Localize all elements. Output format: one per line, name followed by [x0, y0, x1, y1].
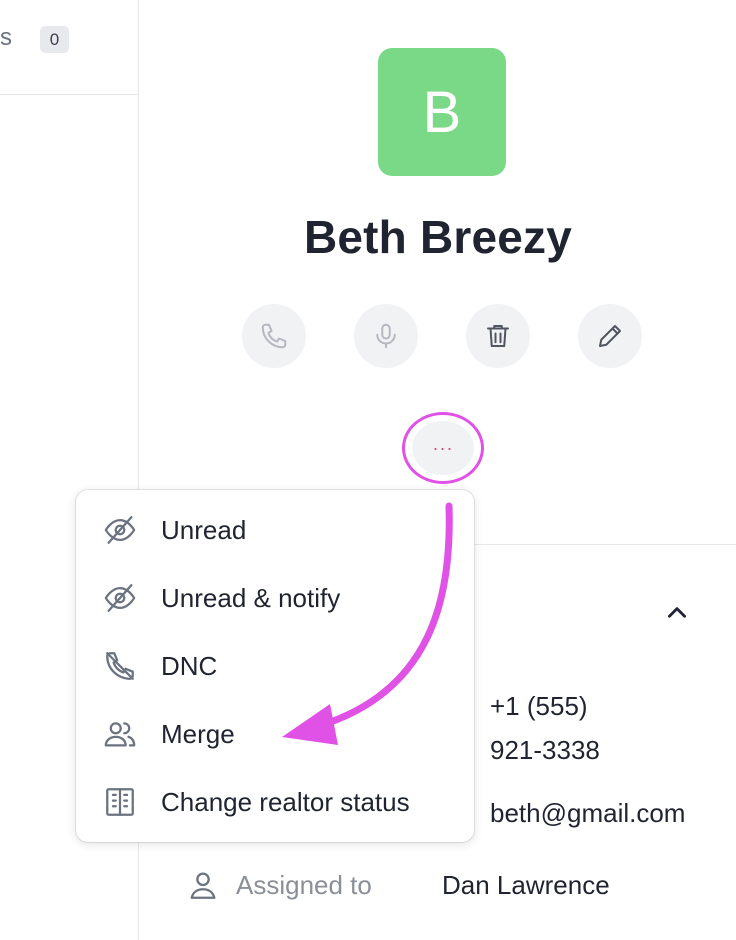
left-divider	[0, 94, 138, 95]
menu-item-label: Unread & notify	[161, 582, 341, 613]
menu-item-label: DNC	[161, 650, 218, 681]
menu-item-merge[interactable]: Merge	[76, 704, 474, 764]
more-options-menu: Unread Unread & notify DNC Merge Change …	[76, 490, 474, 842]
pencil-icon	[599, 325, 621, 347]
ellipsis-icon: ···	[412, 421, 474, 475]
assigned-to-label: Assigned to	[236, 870, 372, 900]
email-address[interactable]: beth@gmail.com	[490, 798, 685, 829]
call-button[interactable]	[242, 304, 306, 368]
more-options-button[interactable]: ···	[402, 412, 484, 484]
microphone-icon	[376, 323, 396, 349]
assigned-to-value[interactable]: Dan Lawrence	[442, 870, 610, 901]
menu-item-label: Change realtor status	[161, 786, 410, 817]
menu-item-label: Unread	[161, 514, 247, 545]
menu-item-label: Merge	[161, 718, 235, 749]
phone-off-icon	[102, 648, 138, 684]
phone-line-2: 921-3338	[490, 735, 600, 765]
menu-item-unread[interactable]: Unread	[76, 500, 474, 560]
user-icon	[190, 872, 216, 899]
section-divider	[474, 544, 736, 545]
building-icon	[102, 784, 138, 820]
users-icon	[102, 716, 138, 752]
record-button[interactable]	[354, 304, 418, 368]
phone-line-1: +1 (555)	[490, 691, 588, 721]
menu-item-dnc[interactable]: DNC	[76, 636, 474, 696]
delete-button[interactable]	[466, 304, 530, 368]
left-pane-label: s	[0, 24, 12, 51]
chevron-up-icon[interactable]	[664, 600, 690, 626]
avatar: B	[378, 48, 506, 176]
contact-name: Beth Breezy	[303, 211, 573, 263]
trash-icon	[487, 325, 509, 347]
phone-number[interactable]: +1 (555) 921-3338	[490, 684, 600, 772]
eye-off-icon	[102, 580, 138, 616]
edit-button[interactable]	[578, 304, 642, 368]
phone-icon	[261, 323, 287, 349]
eye-off-icon	[102, 512, 138, 548]
count-badge: 0	[40, 26, 69, 53]
menu-item-unread-notify[interactable]: Unread & notify	[76, 568, 474, 628]
menu-item-change-realtor-status[interactable]: Change realtor status	[76, 772, 474, 832]
